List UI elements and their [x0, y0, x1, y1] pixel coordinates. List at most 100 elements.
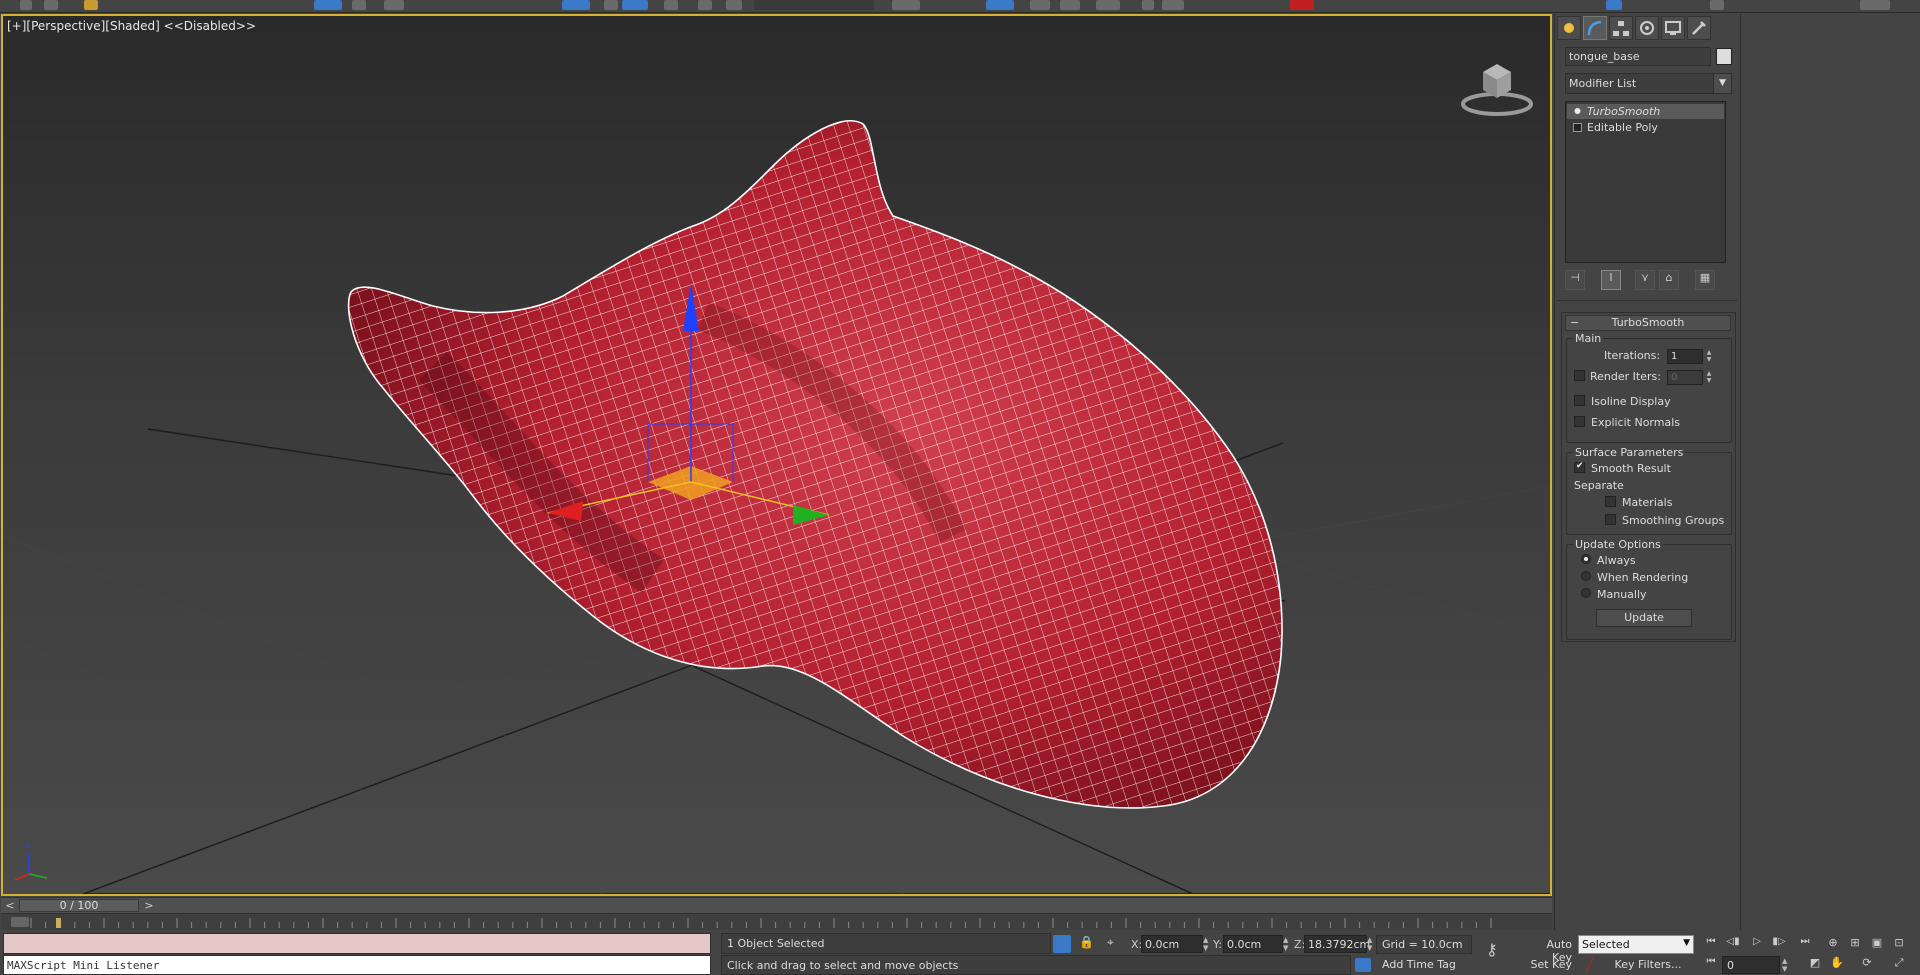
zoom-extents-icon[interactable]: ▣: [1868, 936, 1886, 953]
stack-item-turbosmooth[interactable]: TurboSmooth: [1567, 104, 1724, 119]
smooth-result-checkbox[interactable]: [1574, 461, 1585, 473]
chevron-down-icon[interactable]: ▼: [1713, 74, 1731, 93]
lock-selection-icon[interactable]: 🔒: [1079, 935, 1094, 953]
make-unique-icon[interactable]: ⋎: [1635, 270, 1655, 290]
workspace-icon[interactable]: [1710, 0, 1724, 10]
maximize-viewport-icon[interactable]: ⤢: [1890, 956, 1908, 973]
undo-icon[interactable]: [20, 0, 32, 10]
display-tab[interactable]: [1661, 16, 1685, 40]
render-iters-field[interactable]: 0: [1667, 370, 1703, 385]
perspective-viewport[interactable]: [+][Perspective][Shaded] <<Disabled>> z: [1, 14, 1552, 896]
go-to-start-icon[interactable]: ⏮: [1702, 936, 1720, 952]
modifier-stack[interactable]: TurboSmooth Editable Poly: [1565, 101, 1726, 263]
orbit-icon[interactable]: ⟳: [1858, 956, 1876, 973]
key-filters-button[interactable]: Key Filters...: [1602, 955, 1694, 974]
prev-frame-button[interactable]: <: [3, 898, 17, 913]
render-icon[interactable]: [1290, 0, 1314, 10]
collapse-icon[interactable]: −: [1570, 316, 1579, 330]
add-time-tag-button[interactable]: Add Time Tag: [1376, 955, 1472, 975]
time-slider[interactable]: < 0 / 100 >: [1, 897, 1552, 913]
materials-checkbox[interactable]: [1605, 496, 1616, 507]
current-frame-field[interactable]: 0: [1722, 956, 1780, 974]
key-icon[interactable]: ⚷: [1486, 940, 1512, 960]
object-name-field[interactable]: tongue_base: [1565, 47, 1711, 66]
help-icon[interactable]: [1860, 0, 1890, 10]
time-slider-thumb[interactable]: 0 / 100: [19, 899, 139, 912]
reference-coords-icon[interactable]: [562, 0, 590, 10]
pan-icon[interactable]: ✋: [1828, 956, 1846, 973]
smoothing-groups-checkbox[interactable]: [1605, 514, 1616, 525]
isoline-display-checkbox[interactable]: [1574, 395, 1585, 406]
when-rendering-radio[interactable]: [1581, 571, 1591, 581]
next-frame-button[interactable]: >: [142, 898, 156, 913]
maxscript-input[interactable]: [3, 933, 711, 954]
key-mode-dropdown[interactable]: Selected ▼: [1578, 935, 1694, 954]
time-tag-icon[interactable]: [1355, 958, 1371, 972]
layer-manager-icon[interactable]: [892, 0, 920, 10]
remove-modifier-icon[interactable]: ⌂: [1659, 270, 1679, 290]
schematic-view-icon[interactable]: [1060, 0, 1080, 10]
z-coordinate-field[interactable]: 18.3792cm: [1304, 935, 1370, 953]
frame-spinner[interactable]: ▲ ▼: [1782, 957, 1790, 973]
x-coordinate-field[interactable]: 0.0cm: [1141, 935, 1203, 953]
select-object-icon[interactable]: [314, 0, 342, 10]
x-spinner[interactable]: ▲ ▼: [1203, 936, 1211, 952]
show-end-result-icon[interactable]: I: [1601, 270, 1621, 290]
curve-editor-icon[interactable]: [1030, 0, 1050, 10]
mirror-icon[interactable]: [664, 0, 678, 10]
link-icon[interactable]: [84, 0, 98, 10]
isolate-selection-icon[interactable]: [1053, 935, 1071, 953]
render-iters-spinner[interactable]: ▲ ▼: [1705, 370, 1713, 385]
track-bar[interactable]: [1, 913, 1552, 930]
zoom-extents-all-icon[interactable]: ⊡: [1890, 936, 1908, 953]
maxscript-listener[interactable]: MAXScript Mini Listener: [3, 955, 711, 975]
update-button[interactable]: Update: [1596, 609, 1692, 627]
modifier-list-dropdown[interactable]: Modifier List ▼: [1565, 73, 1732, 94]
align-icon[interactable]: [698, 0, 712, 10]
zoom-icon[interactable]: ⊕: [1824, 936, 1842, 953]
select-move-icon[interactable]: [352, 0, 366, 10]
spell-icon[interactable]: [726, 0, 742, 10]
sign-in-icon[interactable]: [1606, 0, 1622, 10]
previous-key-icon[interactable]: ◁▮: [1724, 936, 1742, 952]
iterations-field[interactable]: 1: [1667, 349, 1703, 364]
scene-explorer-icon[interactable]: [986, 0, 1014, 10]
tongue-mesh[interactable]: [303, 76, 1303, 836]
snap-toggle-icon[interactable]: [604, 0, 618, 10]
y-spinner[interactable]: ▲ ▼: [1283, 936, 1291, 952]
key-mode-toggle-icon[interactable]: ⏮: [1702, 956, 1720, 972]
redo-icon[interactable]: [44, 0, 58, 10]
z-spinner[interactable]: ▲ ▼: [1367, 936, 1375, 952]
configure-sets-icon[interactable]: ▦: [1695, 270, 1715, 290]
zoom-all-icon[interactable]: ⊞: [1846, 936, 1864, 953]
material-editor-icon[interactable]: [1096, 0, 1120, 10]
iterations-spinner[interactable]: ▲ ▼: [1705, 349, 1713, 364]
select-rotate-icon[interactable]: [384, 0, 404, 10]
render-setup-icon[interactable]: [1142, 0, 1154, 10]
set-key-button[interactable]: Set Key: [1520, 955, 1576, 974]
y-coordinate-field[interactable]: 0.0cm: [1223, 935, 1283, 953]
render-iters-checkbox[interactable]: [1574, 370, 1585, 381]
object-color-swatch[interactable]: [1716, 48, 1732, 65]
modify-tab[interactable]: [1583, 16, 1607, 40]
auto-key-button[interactable]: Auto Key: [1520, 935, 1576, 964]
play-icon[interactable]: ▷: [1748, 936, 1766, 952]
create-tab[interactable]: [1557, 16, 1581, 40]
lightbulb-icon[interactable]: [1573, 107, 1582, 116]
expand-icon[interactable]: [1573, 123, 1582, 132]
absolute-mode-icon[interactable]: ⌖: [1107, 935, 1123, 953]
angle-snap-icon[interactable]: [622, 0, 648, 10]
manually-radio[interactable]: [1581, 588, 1591, 598]
pin-stack-icon[interactable]: ⊣: [1565, 270, 1585, 290]
named-selection-dropdown[interactable]: [754, 0, 874, 10]
go-to-end-icon[interactable]: ⏭: [1796, 936, 1814, 952]
always-radio[interactable]: [1581, 554, 1591, 564]
rollout-header[interactable]: − TurboSmooth: [1565, 315, 1731, 331]
viewcube-icon[interactable]: [1459, 50, 1537, 122]
render-frame-icon[interactable]: [1162, 0, 1184, 10]
field-of-view-icon[interactable]: ◩: [1806, 956, 1824, 973]
utilities-tab[interactable]: [1687, 16, 1711, 40]
motion-tab[interactable]: [1635, 16, 1659, 40]
explicit-normals-checkbox[interactable]: [1574, 416, 1585, 427]
set-key-icon[interactable]: ╱: [1586, 958, 1602, 972]
